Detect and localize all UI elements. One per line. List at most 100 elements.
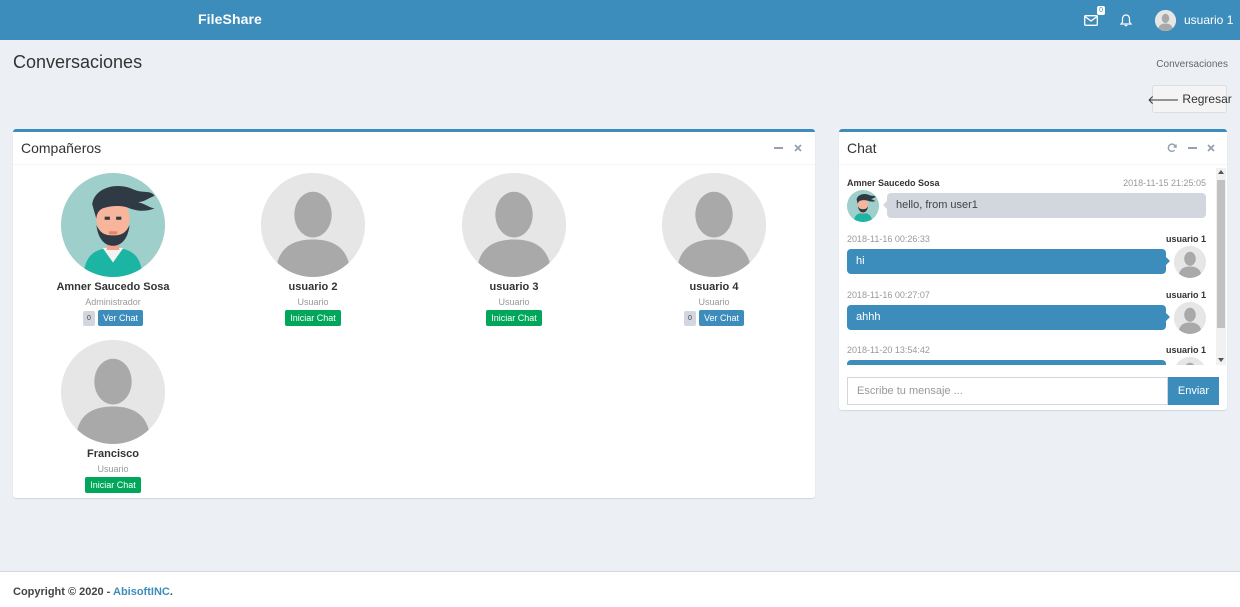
breadcrumb[interactable]: Conversaciones <box>1156 59 1228 70</box>
message-author: usuario 1 <box>1165 290 1206 300</box>
iniciar-chat-button[interactable]: Iniciar Chat <box>85 477 141 493</box>
user-menu[interactable]: usuario 1 <box>1155 9 1233 31</box>
close-icon[interactable] <box>791 141 805 155</box>
messages-count-badge: 0 <box>1097 6 1105 15</box>
user-role: Usuario <box>97 464 129 474</box>
user-avatar[interactable] <box>61 173 165 277</box>
hipster-avatar-icon <box>847 190 879 222</box>
chat-message: 2018-11-20 13:54:42 usuario 1 hola <box>847 345 1206 365</box>
user-role: Usuario <box>498 297 530 307</box>
refresh-icon[interactable] <box>1165 141 1179 155</box>
minimize-icon[interactable] <box>771 141 785 155</box>
ver-chat-button[interactable]: Ver Chat <box>698 310 744 326</box>
user-actions: 0 Ver Chat <box>13 310 213 326</box>
user-card: Amner Saucedo Sosa Administrador 0 Ver C… <box>13 173 213 326</box>
message-info: Amner Saucedo Sosa 2018-11-15 21:25:05 <box>847 178 1206 190</box>
scrollbar-thumb[interactable] <box>1217 180 1225 328</box>
scroll-up-icon[interactable] <box>1218 170 1224 174</box>
default-avatar-icon <box>1174 302 1206 334</box>
user-name: Francisco <box>87 448 139 460</box>
default-avatar-icon <box>1174 246 1206 278</box>
top-navbar: FileShare 0 usuario 1 <box>0 0 1240 40</box>
message-row: hola <box>847 357 1206 365</box>
user-role: Usuario <box>698 297 730 307</box>
default-avatar-icon <box>61 340 165 444</box>
minimize-icon[interactable] <box>1185 141 1199 155</box>
copyright-text: Copyright © 2020 - AbisoftINC. <box>13 586 173 598</box>
user-avatar <box>1155 9 1176 31</box>
companeros-box-header: Compañeros <box>13 132 815 165</box>
back-button-label: Regresar <box>1182 92 1232 106</box>
user-name: usuario 4 <box>689 281 739 293</box>
unread-count-badge: 0 <box>83 310 95 326</box>
copyright-suffix: . <box>169 586 173 598</box>
message-time: 2018-11-15 21:25:05 <box>1123 178 1206 188</box>
message-author: usuario 1 <box>1165 234 1206 244</box>
unread-count-badge: 0 <box>684 310 696 326</box>
message-time: 2018-11-16 00:27:07 <box>847 290 930 300</box>
message-time: 2018-11-16 00:26:33 <box>847 234 930 244</box>
user-avatar[interactable] <box>61 340 165 444</box>
message-avatar <box>847 190 879 222</box>
default-avatar-icon <box>662 173 766 277</box>
user-actions: Iniciar Chat <box>213 310 413 326</box>
message-time: 2018-11-20 13:54:42 <box>847 345 930 355</box>
messages-button[interactable]: 0 <box>1081 6 1105 30</box>
send-button[interactable]: Enviar <box>1168 377 1219 405</box>
scroll-down-icon[interactable] <box>1218 358 1224 362</box>
chat-messages[interactable]: Amner Saucedo Sosa 2018-11-15 21:25:05 h… <box>839 168 1215 365</box>
page-title: Conversaciones <box>13 52 143 72</box>
message-row: hello, from user1 <box>847 190 1206 223</box>
copyright-prefix: Copyright © 2020 - <box>13 586 113 598</box>
close-icon[interactable] <box>1204 141 1218 155</box>
message-bubble: hello, from user1 <box>883 193 1206 218</box>
message-avatar <box>1174 302 1206 334</box>
user-actions: Iniciar Chat <box>13 477 213 493</box>
bell-icon <box>1120 13 1132 26</box>
page-footer: Copyright © 2020 - AbisoftINC. <box>0 571 1240 607</box>
chat-message: Amner Saucedo Sosa 2018-11-15 21:25:05 h… <box>847 178 1206 223</box>
message-info: 2018-11-16 00:27:07 usuario 1 <box>847 290 1206 302</box>
notifications-button[interactable] <box>1116 10 1136 30</box>
message-author: usuario 1 <box>1165 345 1206 355</box>
user-name: usuario 3 <box>489 281 539 293</box>
user-card: usuario 4 Usuario 0 Ver Chat <box>614 173 814 326</box>
user-card: Francisco Usuario Iniciar Chat <box>13 340 213 493</box>
message-row: hi <box>847 246 1206 279</box>
iniciar-chat-button[interactable]: Iniciar Chat <box>285 310 341 326</box>
chat-message: 2018-11-16 00:27:07 usuario 1 ahhh <box>847 290 1206 335</box>
user-actions: Iniciar Chat <box>414 310 614 326</box>
user-avatar[interactable] <box>462 173 566 277</box>
message-row: ahhh <box>847 302 1206 335</box>
user-avatar[interactable] <box>261 173 365 277</box>
chat-title: Chat <box>847 140 877 156</box>
user-card: usuario 2 Usuario Iniciar Chat <box>213 173 413 326</box>
default-avatar-icon <box>1174 357 1206 365</box>
companeros-title: Compañeros <box>21 140 102 156</box>
message-bubble: ahhh <box>847 305 1170 330</box>
message-info: 2018-11-16 00:26:33 usuario 1 <box>847 234 1206 246</box>
message-author: Amner Saucedo Sosa <box>847 178 940 188</box>
chat-box-header: Chat <box>839 132 1227 165</box>
chat-scrollbar[interactable] <box>1216 168 1226 365</box>
user-actions: 0 Ver Chat <box>614 310 814 326</box>
hipster-avatar-icon <box>61 173 165 277</box>
user-role: Administrador <box>85 297 141 307</box>
companeros-box: Compañeros Amner Saucedo Sosa Administra… <box>13 129 815 498</box>
brand-logo[interactable]: FileShare <box>198 11 262 27</box>
default-avatar-icon <box>462 173 566 277</box>
message-avatar <box>1174 246 1206 278</box>
user-avatar[interactable] <box>662 173 766 277</box>
user-name: Amner Saucedo Sosa <box>56 281 170 293</box>
back-button[interactable]: 🡐 Regresar <box>1147 85 1232 113</box>
message-input[interactable] <box>847 377 1168 405</box>
message-avatar <box>1174 357 1206 365</box>
user-name: usuario 2 <box>288 281 338 293</box>
company-link[interactable]: AbisoftINC <box>113 586 170 598</box>
message-bubble: hola <box>847 360 1166 365</box>
iniciar-chat-button[interactable]: Iniciar Chat <box>486 310 542 326</box>
default-avatar-icon <box>1155 9 1176 31</box>
ver-chat-button[interactable]: Ver Chat <box>97 310 143 326</box>
envelope-icon <box>1084 14 1098 26</box>
chat-compose: Enviar <box>847 377 1219 405</box>
